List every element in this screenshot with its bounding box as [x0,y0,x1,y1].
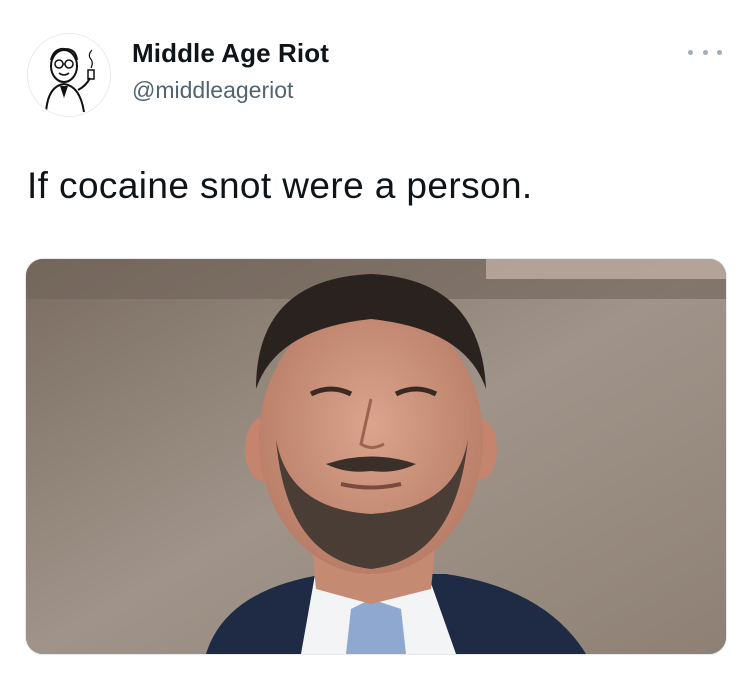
more-horizontal-icon [717,49,722,55]
display-name[interactable]: Middle Age Riot [132,38,329,69]
portrait-photo-icon [26,259,726,654]
user-handle[interactable]: @middleageriot [132,77,293,104]
more-horizontal-icon [688,49,693,55]
tweet-media-photo[interactable] [25,258,727,655]
avatar[interactable] [27,33,111,117]
more-options-button[interactable] [688,42,722,62]
more-horizontal-icon [702,49,708,55]
retro-man-avatar-icon [28,34,110,116]
tweet-text: If cocaine snot were a person. [27,165,533,206]
